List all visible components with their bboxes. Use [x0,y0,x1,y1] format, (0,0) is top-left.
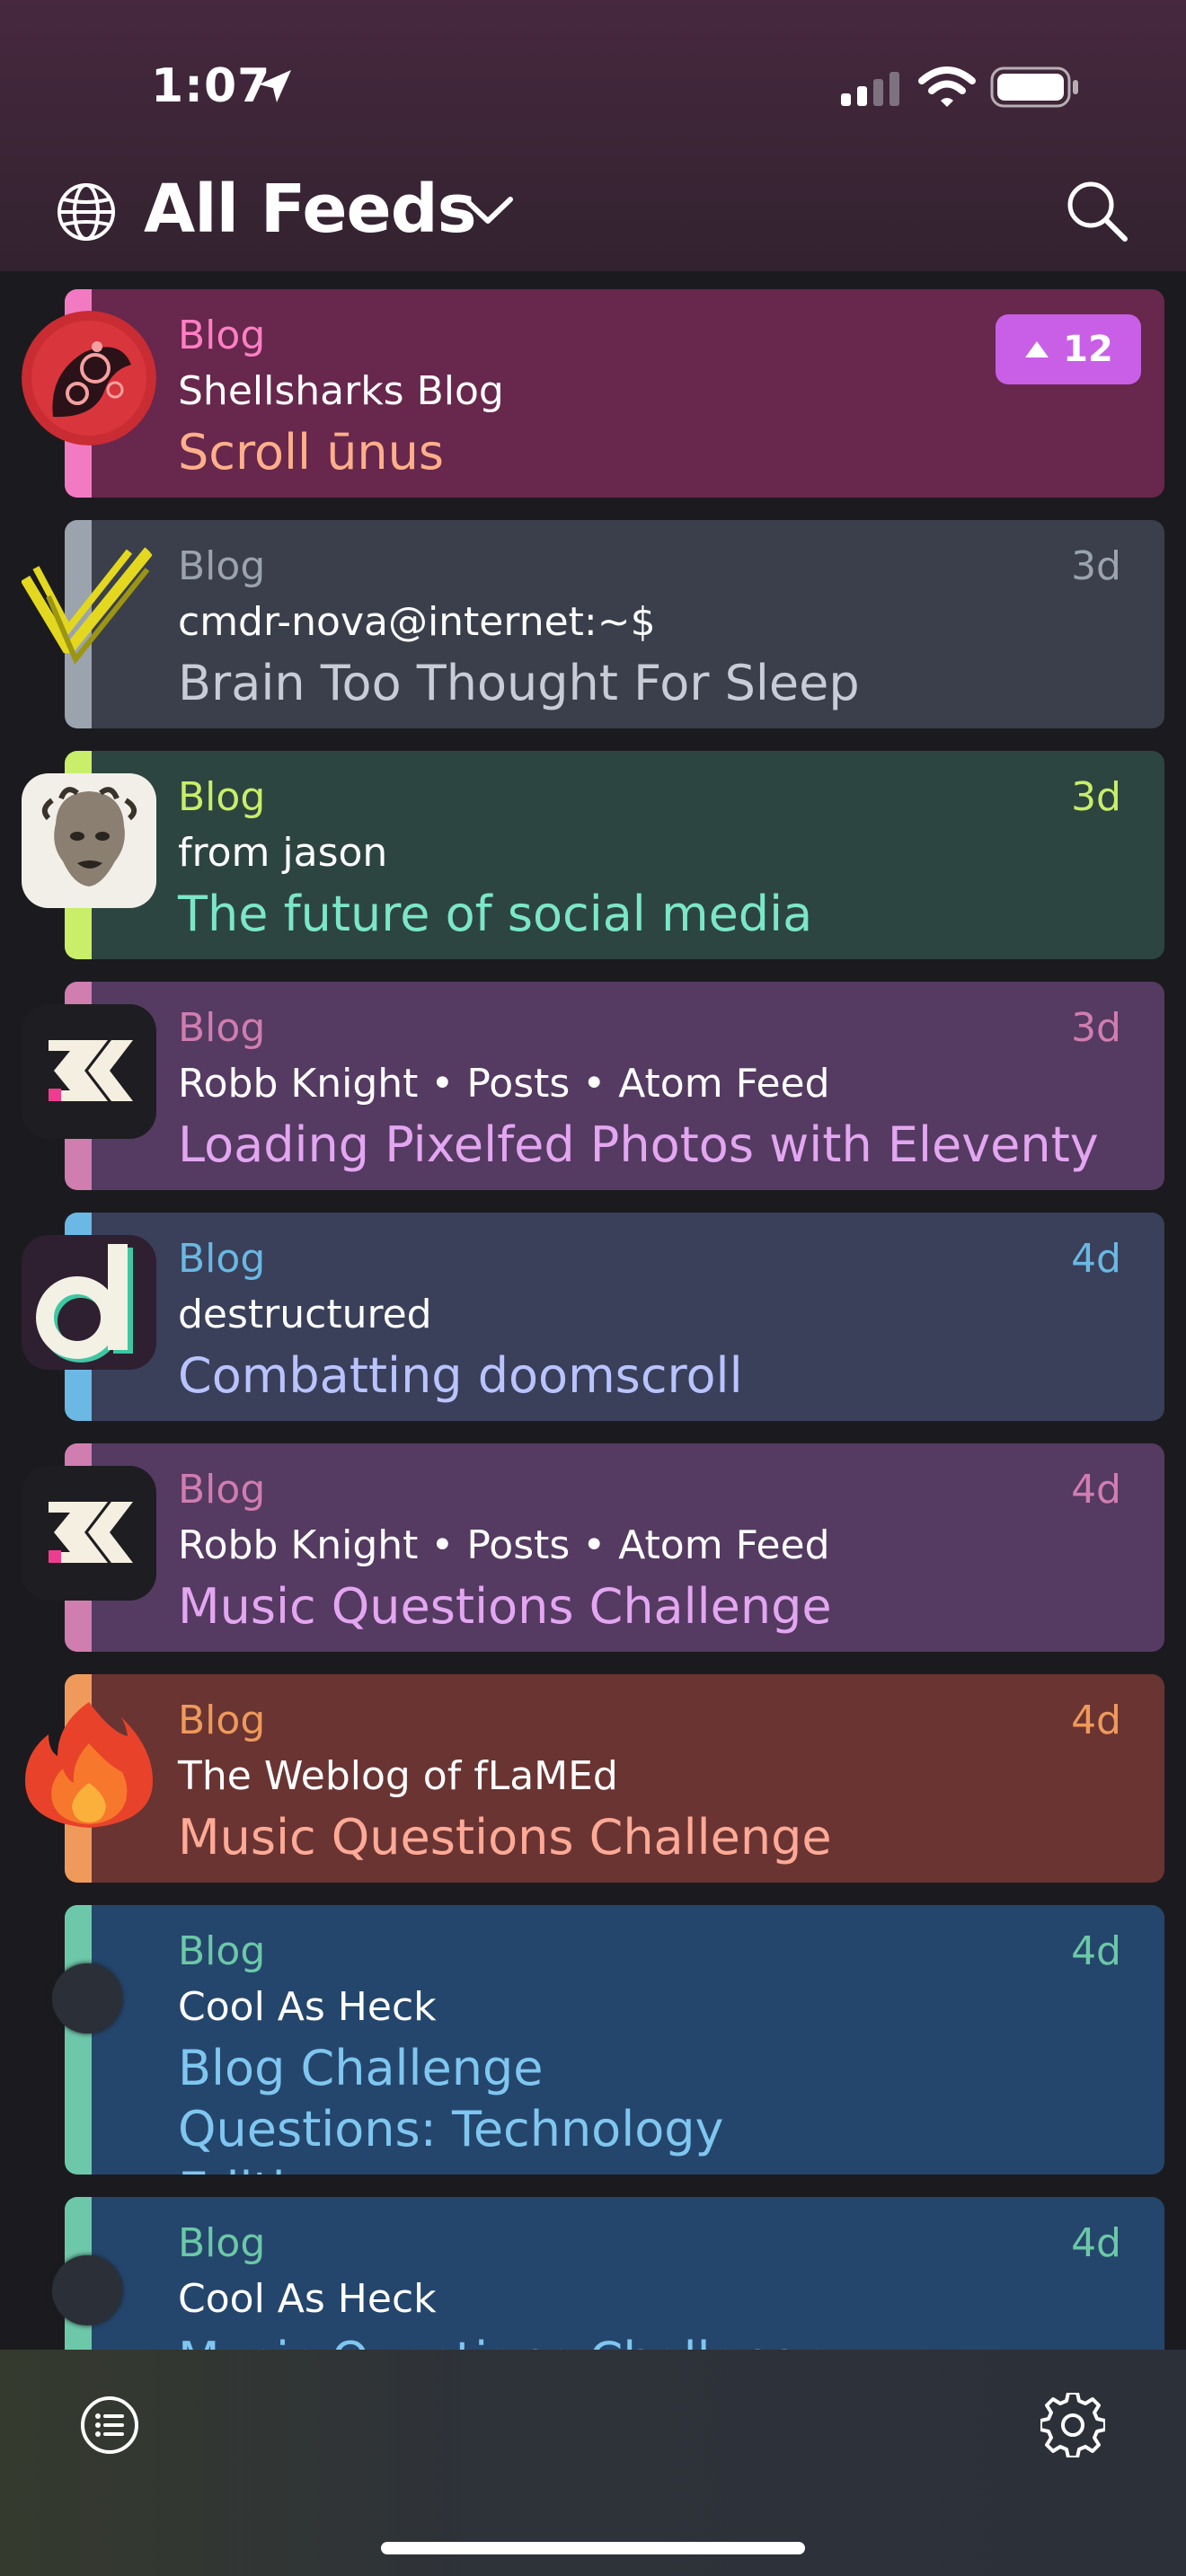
feed-source: Shellsharks Blog [178,368,504,414]
feed-item[interactable]: Blog 4d destructured Combatting doomscro… [65,1213,1164,1421]
feed-item-age: 4d [1071,1698,1121,1743]
feed-item[interactable]: Blog Shellsharks Blog Scroll ūnus 12 [65,289,1164,498]
feed-item-title: Music Questions Challenge [178,1578,832,1635]
feed-category: Blog [178,774,266,820]
feed-source: cmdr-nova@internet:~$ [178,599,656,645]
flame-avatar [25,1702,153,1828]
cmdr-nova-avatar [22,543,156,665]
feed-item-title: Scroll ūnus [178,424,444,481]
feed-category: Blog [178,1928,266,1974]
feed-item-age: 4d [1071,1928,1121,1974]
shellsharks-avatar [22,311,156,446]
feed-item-title: The future of social media [178,886,813,942]
feed-source: Robb Knight • Posts • Atom Feed [178,1522,830,1568]
robb-knight-avatar [22,1466,156,1601]
cellular-signal-icon [841,72,899,106]
feed-item-title: Loading Pixelfed Photos with Eleventy [178,1116,1099,1173]
feed-source: destructured [178,1292,432,1337]
feed-category: Blog [178,1467,266,1513]
home-indicator [381,2542,805,2554]
feed-item-age: 4d [1071,1236,1121,1282]
card-accent-stripe [65,1905,92,2175]
location-arrow-icon [259,70,291,102]
feed-item-age: 3d [1071,543,1121,589]
wifi-icon [918,66,976,107]
unread-count-badge[interactable]: 12 [996,314,1141,384]
top-bar: 1:07 All Feeds [0,0,1186,271]
feed-category: Blog [178,1236,266,1282]
robb-knight-avatar [22,1004,156,1139]
feed-item[interactable]: Blog 3d from jason The future of social … [65,751,1164,959]
feed-item-age: 3d [1071,774,1121,820]
feed-item-age: 4d [1071,2220,1121,2266]
feed-item[interactable]: Blog 3d cmdr-nova@internet:~$ Brain Too … [65,520,1164,728]
feed-item-title: Music Questions Challenge [178,1809,832,1866]
feed-source: The Weblog of fLaMEd [178,1753,618,1799]
list-icon[interactable] [79,2395,140,2456]
feed-category: Blog [178,313,266,358]
feed-item[interactable]: Blog 3d Robb Knight • Posts • Atom Feed … [65,982,1164,1190]
feed-item[interactable]: Blog 4d Robb Knight • Posts • Atom Feed … [65,1443,1164,1652]
from-jason-avatar [22,773,156,908]
chevron-down-icon[interactable] [460,192,516,228]
triangle-up-icon [1025,341,1049,357]
feed-source: Robb Knight • Posts • Atom Feed [178,1061,830,1107]
feed-item-age: 4d [1071,1467,1121,1513]
placeholder-avatar [52,2255,122,2325]
feed-category: Blog [178,2220,266,2266]
feed-item[interactable]: Blog 4d The Weblog of fLaMEd Music Quest… [65,1674,1164,1883]
feed-item-age: 3d [1071,1005,1121,1051]
feed-item[interactable]: Blog 4d Cool As Heck Music Questions Cha… [65,2197,1164,2350]
feed-source: from jason [178,830,388,876]
feed-source: Cool As Heck [178,1984,437,2030]
feed-item-title: Combatting doomscroll [178,1347,743,1404]
feed-category: Blog [178,543,266,589]
gear-icon[interactable] [1040,2393,1105,2457]
destructured-avatar [22,1235,156,1370]
placeholder-avatar [52,1963,122,2033]
feed-source: Cool As Heck [178,2276,437,2322]
feed-item[interactable]: Blog 4d Cool As Heck Blog Challenge Ques… [65,1905,1164,2175]
globe-icon[interactable] [56,181,117,243]
feed-item-title: Brain Too Thought For Sleep [178,655,860,711]
feed-item-title: Music Questions Challenge [178,2330,1130,2350]
search-icon[interactable] [1066,180,1128,243]
feed-item-title: Blog Challenge Questions: Technology Edi… [178,2040,724,2175]
badge-count: 12 [1063,329,1113,370]
feed-list[interactable]: Blog Shellsharks Blog Scroll ūnus 12 Blo… [0,271,1186,2350]
battery-icon [990,66,1078,108]
feed-selector-title[interactable]: All Feeds [144,171,477,248]
feed-category: Blog [178,1005,266,1051]
feed-category: Blog [178,1698,266,1743]
